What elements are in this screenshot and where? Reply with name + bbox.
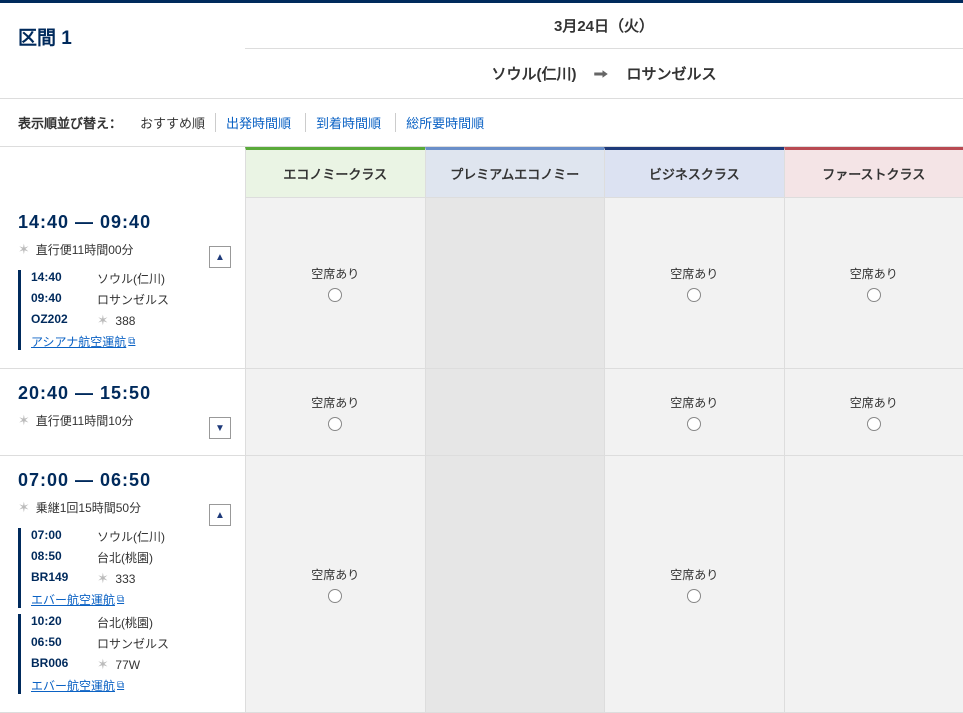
availability-label: 空席あり xyxy=(850,265,898,282)
availability-label: 空席あり xyxy=(670,394,718,411)
fare-cell-premium xyxy=(425,369,605,455)
star-alliance-icon: ✶ xyxy=(18,241,30,258)
availability-label: 空席あり xyxy=(850,394,898,411)
operator-link[interactable]: エバー航空運航 ⧉ xyxy=(31,591,124,608)
expand-toggle[interactable]: ▲ xyxy=(209,504,231,526)
fare-cell-first xyxy=(784,456,963,712)
fare-cell-first: 空席あり xyxy=(784,369,963,455)
availability-label: 空席あり xyxy=(670,566,718,583)
class-header-first: ファーストクラス xyxy=(784,147,963,198)
flight-leg: 10:20台北(桃園)06:50ロサンゼルスBR006✶ 77Wエバー航空運航 … xyxy=(18,614,227,694)
fare-cell-first: 空席あり xyxy=(784,198,963,368)
fare-radio[interactable] xyxy=(328,417,342,431)
flight-meta: ✶直行便11時間00分 xyxy=(18,241,227,258)
flight-meta: ✶直行便11時間10分 xyxy=(18,412,227,429)
fare-cell-premium xyxy=(425,456,605,712)
fare-radio[interactable] xyxy=(867,417,881,431)
destination-label: ロサンゼルス xyxy=(626,63,716,84)
availability-label: 空席あり xyxy=(311,265,359,282)
fare-cell-economy: 空席あり xyxy=(245,198,425,368)
sort-selected: おすすめ順 xyxy=(134,113,211,132)
fare-cell-economy: 空席あり xyxy=(245,369,425,455)
date-header: 3月24日（火） xyxy=(245,3,963,49)
availability-label: 空席あり xyxy=(311,566,359,583)
fare-radio[interactable] xyxy=(328,589,342,603)
availability-label: 空席あり xyxy=(311,394,359,411)
class-header-business: ビジネスクラス xyxy=(604,147,784,198)
sort-label: 表示順並び替え： xyxy=(18,113,122,132)
availability-label: 空席あり xyxy=(670,265,718,282)
fare-cell-premium xyxy=(425,198,605,368)
expand-toggle[interactable]: ▼ xyxy=(209,417,231,439)
segment-label: 区間 1 xyxy=(0,3,245,98)
fare-cell-economy: 空席あり xyxy=(245,456,425,712)
fare-cell-business: 空席あり xyxy=(604,369,784,455)
sort-link-departure[interactable]: 出発時間順 xyxy=(215,113,301,132)
star-alliance-icon: ✶ xyxy=(18,412,30,429)
flight-time: 14:40 — 09:40 xyxy=(18,212,227,233)
airplane-icon xyxy=(592,65,610,83)
external-link-icon: ⧉ xyxy=(128,336,135,347)
class-header-premium: プレミアムエコノミー xyxy=(425,147,605,198)
flight-time: 07:00 — 06:50 xyxy=(18,470,227,491)
operator-link[interactable]: アシアナ航空運航 ⧉ xyxy=(31,333,135,350)
flight-time: 20:40 — 15:50 xyxy=(18,383,227,404)
sort-link-arrival[interactable]: 到着時間順 xyxy=(305,113,391,132)
class-header-spacer xyxy=(0,147,245,198)
fare-radio[interactable] xyxy=(687,589,701,603)
operator-link[interactable]: エバー航空運航 ⧉ xyxy=(31,677,124,694)
flight-meta: ✶乗継1回15時間50分 xyxy=(18,499,227,516)
star-alliance-icon: ✶ xyxy=(18,499,30,516)
route-header: ソウル(仁川) ロサンゼルス xyxy=(245,49,963,98)
fare-radio[interactable] xyxy=(687,417,701,431)
sort-link-duration[interactable]: 総所要時間順 xyxy=(395,113,494,132)
flight-leg: 14:40ソウル(仁川)09:40ロサンゼルスOZ202✶ 388アシアナ航空運… xyxy=(18,270,227,350)
star-alliance-icon: ✶ xyxy=(97,570,109,586)
star-alliance-icon: ✶ xyxy=(97,656,109,672)
fare-radio[interactable] xyxy=(328,288,342,302)
fare-cell-business: 空席あり xyxy=(604,198,784,368)
fare-cell-business: 空席あり xyxy=(604,456,784,712)
fare-radio[interactable] xyxy=(867,288,881,302)
external-link-icon: ⧉ xyxy=(117,680,124,691)
origin-label: ソウル(仁川) xyxy=(491,63,576,84)
class-header-economy: エコノミークラス xyxy=(245,147,425,198)
expand-toggle[interactable]: ▲ xyxy=(209,246,231,268)
fare-radio[interactable] xyxy=(687,288,701,302)
flight-leg: 07:00ソウル(仁川)08:50台北(桃園)BR149✶ 333エバー航空運航… xyxy=(18,528,227,608)
external-link-icon: ⧉ xyxy=(117,594,124,605)
star-alliance-icon: ✶ xyxy=(97,312,109,328)
sort-bar: 表示順並び替え： おすすめ順 出発時間順 到着時間順 総所要時間順 xyxy=(0,99,963,147)
